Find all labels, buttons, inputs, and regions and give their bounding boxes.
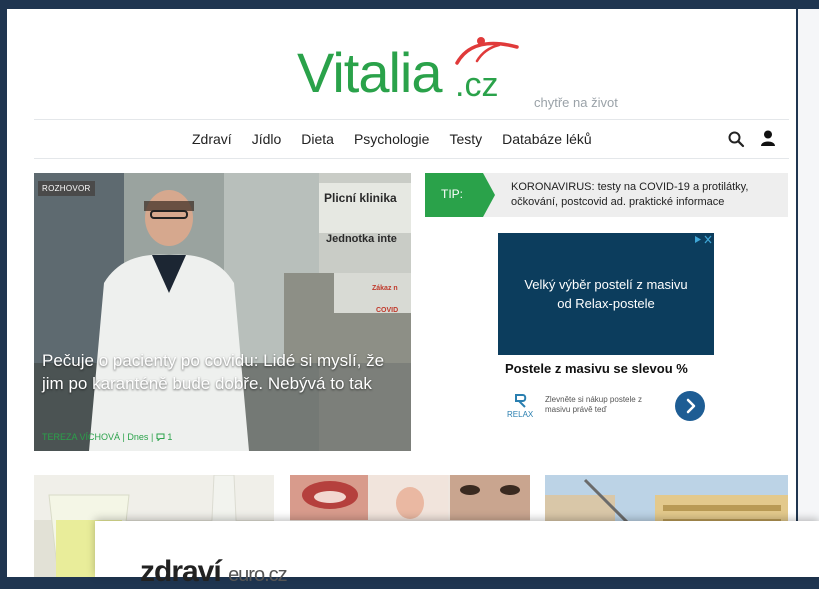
- nav-item-databaze-leku[interactable]: Databáze léků: [492, 131, 602, 147]
- hero-photo: [34, 173, 411, 451]
- tip-text[interactable]: KORONAVIRUS: testy na COVID-19 a protilá…: [511, 180, 781, 210]
- meta-separator: |: [122, 432, 125, 442]
- main-navigation: Zdraví Jídlo Dieta Psychologie Testy Dat…: [34, 119, 789, 159]
- popup-logo-word: zdraví: [140, 555, 222, 588]
- logo-word: Vitalia: [297, 41, 443, 104]
- logo-domain: .cz: [455, 66, 499, 104]
- logo-swoosh-icon: [455, 37, 519, 65]
- hero-title[interactable]: Pečuje o pacienty po covidu: Lidé si mys…: [42, 349, 397, 395]
- popup-logo[interactable]: zdraví euro.cz: [140, 555, 288, 589]
- hero-meta: TEREZA VÍCHOVÁ | Dnes | 1: [42, 432, 172, 442]
- ad-description: Zlevněte si nákup postele z masivu právě…: [545, 395, 642, 414]
- tip-bar[interactable]: TIP: KORONAVIRUS: testy na COVID-19 a pr…: [425, 173, 788, 217]
- nav-item-psychologie[interactable]: Psychologie: [344, 131, 440, 147]
- nav-item-jidlo[interactable]: Jídlo: [242, 131, 292, 147]
- hero-sign-text: Plicní klinika: [324, 191, 397, 205]
- ad-text: Velký výběr postelí z masivu od Relax-po…: [524, 277, 688, 311]
- hero-author[interactable]: TEREZA VÍCHOVÁ: [42, 432, 120, 442]
- hero-comments-count[interactable]: 1: [167, 432, 172, 442]
- hero-date: Dnes: [127, 432, 149, 442]
- hero-sign-text: Jednotka inte: [326, 233, 397, 245]
- meta-separator: |: [150, 432, 154, 442]
- tip-label: TIP:: [441, 187, 464, 201]
- ad-brand-logo[interactable]: RELAX: [507, 394, 535, 420]
- ad-go-button[interactable]: [675, 391, 705, 421]
- category-badge[interactable]: ROZHOVOR: [38, 181, 95, 196]
- overlay-popup[interactable]: zdraví euro.cz: [95, 521, 819, 588]
- hero-sign-text: Zákaz n: [372, 285, 398, 292]
- ad-banner[interactable]: Velký výběr postelí z masivu od Relax-po…: [498, 233, 714, 355]
- browser-page: Vitalia .cz chytře na život Zdraví Jídlo…: [7, 9, 796, 577]
- nav-item-dieta[interactable]: Dieta: [291, 131, 344, 147]
- user-icon[interactable]: [759, 129, 777, 147]
- relax-logo-icon: [515, 394, 527, 408]
- hero-article[interactable]: Plicní klinika Jednotka inte Zákaz n COV…: [34, 173, 411, 451]
- chevron-right-icon: [686, 398, 696, 414]
- ad-brand-name: RELAX: [507, 410, 534, 419]
- ad-headline[interactable]: Postele z masivu se slevou %: [505, 361, 688, 376]
- ad-close-icon[interactable]: [694, 235, 712, 244]
- nav-item-zdravi[interactable]: Zdraví: [182, 131, 242, 147]
- search-icon[interactable]: [727, 130, 745, 148]
- hero-sign-text: COVID: [376, 307, 399, 314]
- nav-item-testy[interactable]: Testy: [439, 131, 492, 147]
- comment-icon: [156, 433, 165, 442]
- popup-logo-domain: euro.cz: [228, 564, 288, 586]
- window-edge: [796, 9, 819, 577]
- logo-tagline: chytře na život: [534, 95, 618, 110]
